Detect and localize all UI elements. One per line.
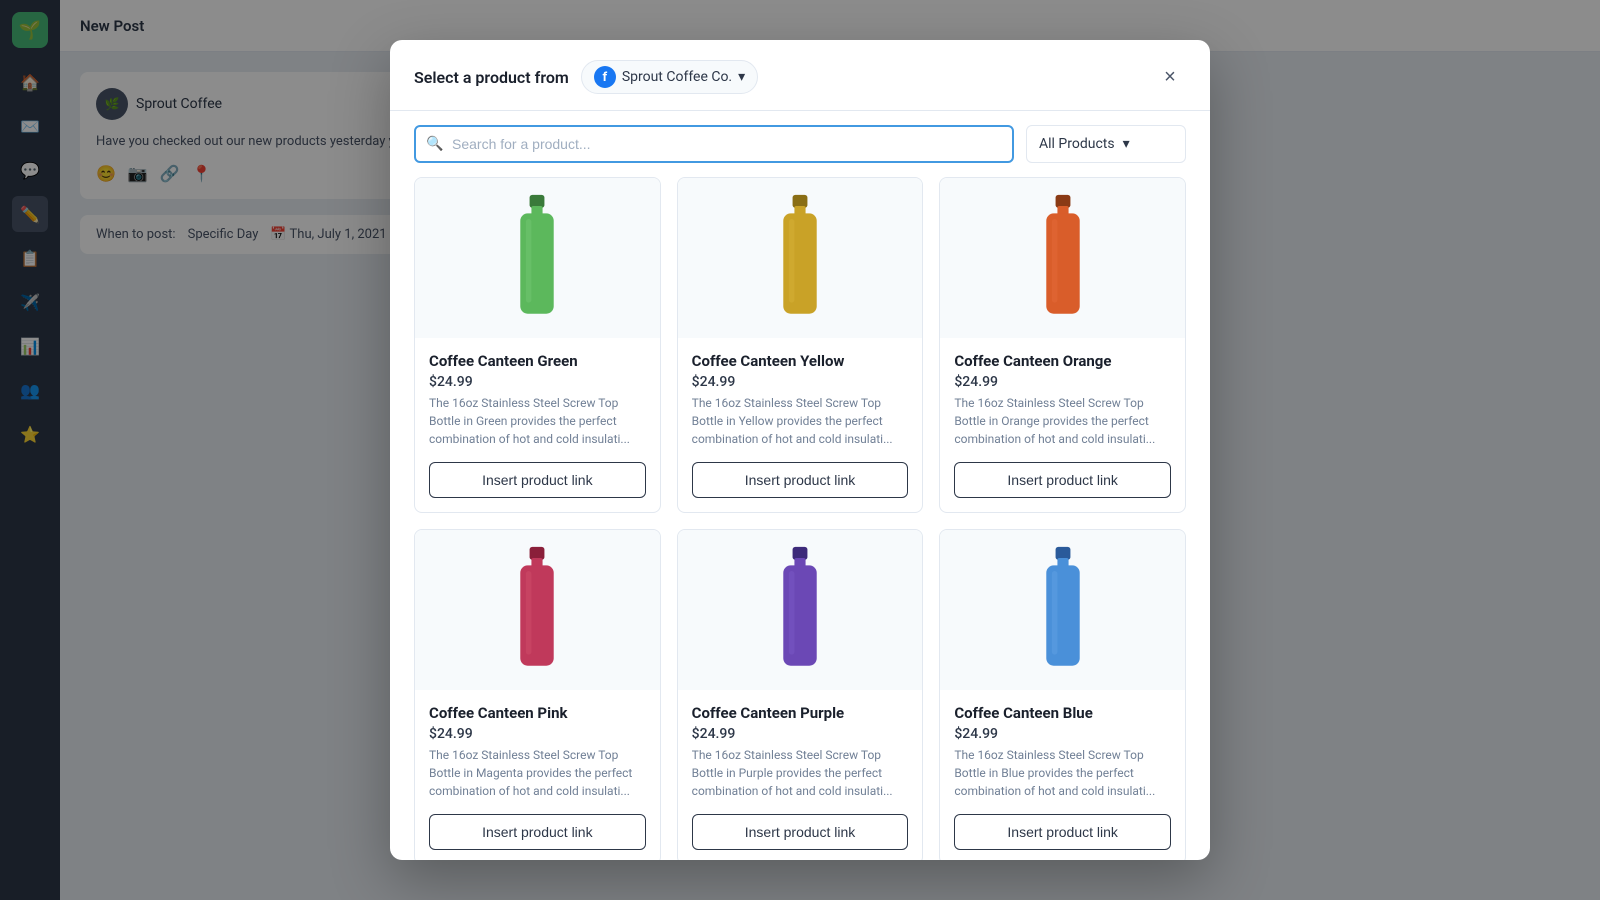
search-icon: 🔍: [426, 136, 443, 152]
product-image-blue: [940, 530, 1185, 690]
product-price-green: $24.99: [429, 374, 646, 390]
product-price-orange: $24.99: [954, 374, 1171, 390]
insert-product-link-button-orange[interactable]: Insert product link: [954, 462, 1171, 498]
insert-product-link-button-blue[interactable]: Insert product link: [954, 814, 1171, 850]
product-name-blue: Coffee Canteen Blue: [954, 704, 1171, 722]
chevron-down-icon: ▾: [738, 69, 745, 85]
product-desc-orange: The 16oz Stainless Steel Screw Top Bottl…: [954, 394, 1171, 448]
product-card-orange: Coffee Canteen Orange $24.99 The 16oz St…: [939, 177, 1186, 513]
product-image-yellow: [678, 178, 923, 338]
product-desc-green: The 16oz Stainless Steel Screw Top Bottl…: [429, 394, 646, 448]
insert-product-link-button-yellow[interactable]: Insert product link: [692, 462, 909, 498]
product-select-modal: Select a product from f Sprout Coffee Co…: [390, 40, 1210, 860]
product-card-pink: Coffee Canteen Pink $24.99 The 16oz Stai…: [414, 529, 661, 860]
search-input-wrapper: 🔍: [414, 125, 1014, 163]
modal-overlay: Select a product from f Sprout Coffee Co…: [0, 0, 1600, 900]
products-grid: Coffee Canteen Green $24.99 The 16oz Sta…: [414, 177, 1186, 860]
product-name-purple: Coffee Canteen Purple: [692, 704, 909, 722]
product-name-yellow: Coffee Canteen Yellow: [692, 352, 909, 370]
product-image-orange: [940, 178, 1185, 338]
product-info-yellow: Coffee Canteen Yellow $24.99 The 16oz St…: [678, 338, 923, 462]
product-image-pink: [415, 530, 660, 690]
product-info-blue: Coffee Canteen Blue $24.99 The 16oz Stai…: [940, 690, 1185, 814]
product-info-pink: Coffee Canteen Pink $24.99 The 16oz Stai…: [415, 690, 660, 814]
product-info-orange: Coffee Canteen Orange $24.99 The 16oz St…: [940, 338, 1185, 462]
product-name-orange: Coffee Canteen Orange: [954, 352, 1171, 370]
filter-label: All Products: [1039, 136, 1115, 152]
insert-product-link-button-pink[interactable]: Insert product link: [429, 814, 646, 850]
search-input[interactable]: [414, 125, 1014, 163]
product-image-purple: [678, 530, 923, 690]
product-card-yellow: Coffee Canteen Yellow $24.99 The 16oz St…: [677, 177, 924, 513]
product-desc-pink: The 16oz Stainless Steel Screw Top Bottl…: [429, 746, 646, 800]
facebook-icon: f: [594, 66, 616, 88]
product-desc-blue: The 16oz Stainless Steel Screw Top Bottl…: [954, 746, 1171, 800]
product-price-pink: $24.99: [429, 726, 646, 742]
insert-product-link-button-purple[interactable]: Insert product link: [692, 814, 909, 850]
product-name-green: Coffee Canteen Green: [429, 352, 646, 370]
store-selector[interactable]: f Sprout Coffee Co. ▾: [581, 60, 758, 94]
modal-header: Select a product from f Sprout Coffee Co…: [390, 40, 1210, 111]
modal-title: Select a product from: [414, 68, 569, 87]
product-name-pink: Coffee Canteen Pink: [429, 704, 646, 722]
product-image-green: [415, 178, 660, 338]
product-price-yellow: $24.99: [692, 374, 909, 390]
product-info-green: Coffee Canteen Green $24.99 The 16oz Sta…: [415, 338, 660, 462]
product-price-blue: $24.99: [954, 726, 1171, 742]
product-card-blue: Coffee Canteen Blue $24.99 The 16oz Stai…: [939, 529, 1186, 860]
product-card-purple: Coffee Canteen Purple $24.99 The 16oz St…: [677, 529, 924, 860]
product-price-purple: $24.99: [692, 726, 909, 742]
modal-title-section: Select a product from f Sprout Coffee Co…: [414, 60, 758, 94]
modal-body: Coffee Canteen Green $24.99 The 16oz Sta…: [390, 177, 1210, 860]
insert-product-link-button-green[interactable]: Insert product link: [429, 462, 646, 498]
product-desc-yellow: The 16oz Stainless Steel Screw Top Bottl…: [692, 394, 909, 448]
product-info-purple: Coffee Canteen Purple $24.99 The 16oz St…: [678, 690, 923, 814]
product-card-green: Coffee Canteen Green $24.99 The 16oz Sta…: [414, 177, 661, 513]
filter-chevron-icon: ▾: [1123, 136, 1130, 152]
close-button[interactable]: ×: [1154, 61, 1186, 93]
filter-dropdown[interactable]: All Products ▾: [1026, 125, 1186, 163]
store-name: Sprout Coffee Co.: [622, 69, 732, 85]
modal-search-bar: 🔍 All Products ▾: [390, 111, 1210, 177]
product-desc-purple: The 16oz Stainless Steel Screw Top Bottl…: [692, 746, 909, 800]
